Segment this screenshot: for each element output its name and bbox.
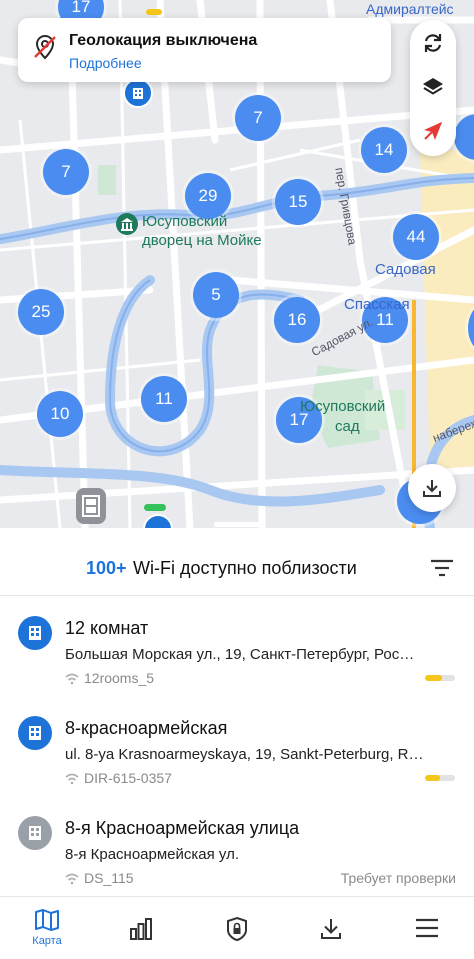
navigation-arrow-icon bbox=[424, 122, 442, 140]
geolocation-card[interactable]: Геолокация выключена Подробнее bbox=[18, 18, 391, 82]
building-icon bbox=[133, 88, 143, 99]
wifi-icon bbox=[65, 773, 79, 785]
map-label-metro: Спасская bbox=[344, 296, 410, 313]
wifi-list-item[interactable]: 8-я Красноармейская улица 8-я Красноарме… bbox=[0, 802, 474, 902]
network-name: 8-красноармейская bbox=[65, 718, 228, 738]
cluster-marker[interactable]: 10 bbox=[37, 391, 83, 437]
cluster-marker[interactable]: 11 bbox=[141, 376, 187, 422]
nav-map[interactable]: Карта bbox=[0, 897, 94, 959]
network-ssid: 12rooms_5 bbox=[84, 670, 155, 686]
cluster-marker[interactable]: 7 bbox=[235, 95, 281, 141]
divider bbox=[0, 595, 474, 596]
network-address: 8-я Красноармейская ул. bbox=[65, 846, 240, 863]
cluster-marker[interactable]: 7 bbox=[43, 149, 89, 195]
wifi-list-item[interactable]: 12 комнат Большая Морская ул., 19, Санкт… bbox=[0, 602, 474, 702]
cluster-marker[interactable]: 44 bbox=[393, 214, 439, 260]
nav-menu[interactable] bbox=[380, 897, 474, 959]
network-address: Большая Морская ул., 19, Санкт-Петербург… bbox=[65, 646, 415, 663]
venue-pin[interactable] bbox=[123, 78, 153, 108]
wifi-nearby-title: Wi-Fi доступно поблизости bbox=[133, 558, 357, 578]
map-label-garden: Юсуповский bbox=[300, 398, 386, 415]
cluster-marker[interactable]: 16 bbox=[274, 297, 320, 343]
cinema-poi-icon bbox=[76, 488, 106, 524]
cluster-marker[interactable]: 14 bbox=[361, 127, 407, 173]
wifi-list-sheet[interactable]: 100+ Wi-Fi доступно поблизости 12 комнат… bbox=[0, 522, 474, 896]
cluster-marker[interactable]: 5 bbox=[193, 272, 239, 318]
filter-icon[interactable] bbox=[428, 556, 456, 580]
geolocation-more-link[interactable]: Подробнее bbox=[69, 55, 142, 71]
bottom-navigation: Карта bbox=[0, 896, 474, 959]
map-icon bbox=[35, 909, 59, 931]
download-icon bbox=[423, 480, 441, 497]
verification-status: Требует проверки bbox=[340, 870, 456, 886]
signal-strength-bar bbox=[425, 775, 455, 781]
building-icon bbox=[18, 816, 52, 850]
menu-icon bbox=[416, 918, 438, 938]
nav-downloads[interactable] bbox=[284, 897, 378, 959]
layers-button[interactable] bbox=[418, 72, 448, 102]
map-label-metro: Садовая bbox=[375, 261, 436, 278]
wifi-icon bbox=[65, 673, 79, 685]
map-label-metro: Адмиралтейс bbox=[366, 1, 454, 17]
geolocation-title: Геолокация выключена bbox=[69, 32, 258, 49]
building-icon bbox=[18, 716, 52, 750]
network-name: 8-я Красноармейская улица bbox=[65, 818, 300, 838]
wifi-count: 100+ bbox=[86, 558, 127, 578]
wifi-icon bbox=[65, 873, 79, 885]
location-off-icon bbox=[34, 34, 56, 60]
refresh-icon bbox=[424, 34, 442, 52]
cluster-marker[interactable]: 15 bbox=[275, 179, 321, 225]
cluster-marker[interactable]: 25 bbox=[18, 289, 64, 335]
nav-stats[interactable] bbox=[94, 897, 188, 959]
map-label-palace: Юсуповский bbox=[142, 213, 228, 230]
my-location-button[interactable] bbox=[418, 116, 448, 146]
nav-vpn[interactable] bbox=[190, 897, 284, 959]
map-label-garden: сад bbox=[335, 418, 360, 435]
refresh-button[interactable] bbox=[418, 28, 448, 58]
signal-strength-bar bbox=[425, 675, 455, 681]
shield-lock-icon bbox=[227, 916, 247, 942]
network-ssid: DS_115 bbox=[84, 870, 134, 886]
bar-chart-icon bbox=[130, 918, 152, 940]
map-view[interactable]: 17 7 14 7 29 15 44 25 5 16 11 10 11 17 Ю… bbox=[0, 0, 474, 528]
building-icon bbox=[18, 616, 52, 650]
network-name: 12 комнат bbox=[65, 618, 149, 638]
network-ssid: DIR-615-0357 bbox=[84, 770, 172, 786]
network-address: ul. 8-ya Krasnoarmeyskaya, 19, Sankt-Pet… bbox=[65, 746, 424, 763]
download-icon bbox=[321, 919, 341, 939]
sheet-header: 100+ Wi-Fi доступно поблизости bbox=[0, 528, 474, 592]
nav-map-label: Карта bbox=[32, 935, 62, 947]
map-label-palace: дворец на Мойке bbox=[142, 232, 262, 249]
layers-icon bbox=[423, 78, 443, 95]
sheet-drag-handle[interactable] bbox=[214, 522, 260, 527]
wifi-list-item[interactable]: 8-красноармейская ul. 8-ya Krasnoarmeysk… bbox=[0, 702, 474, 802]
download-map-button[interactable] bbox=[408, 464, 456, 512]
map-tools-panel bbox=[410, 20, 456, 156]
museum-poi-icon bbox=[116, 213, 138, 235]
